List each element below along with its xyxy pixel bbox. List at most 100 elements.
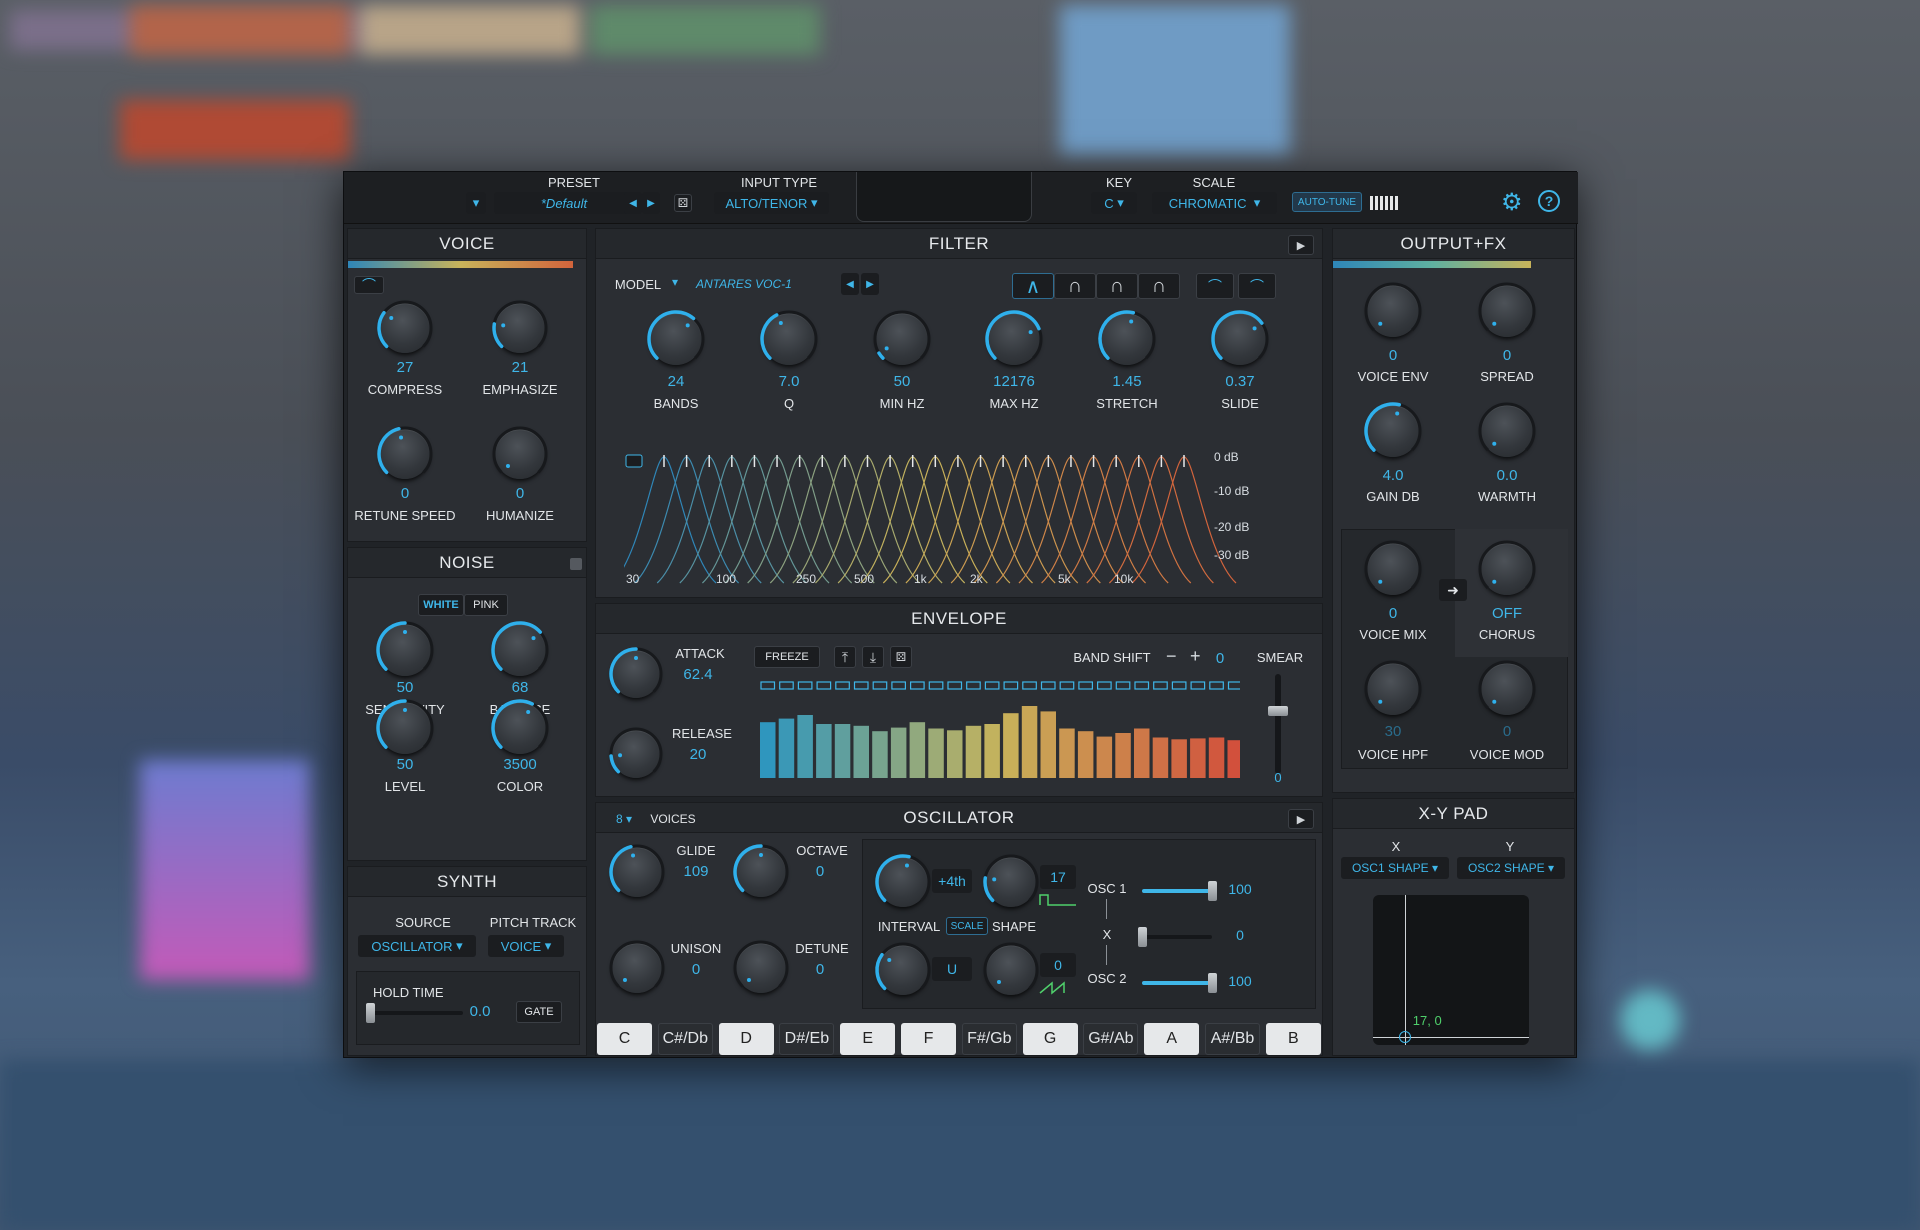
xy-pad-area[interactable]: 17, 0 (1373, 895, 1529, 1045)
osc2-slider-thumb[interactable] (1208, 973, 1217, 993)
randomize-envelope-icon[interactable]: ⚄ (890, 646, 912, 668)
preset-menu-button[interactable]: ▾ (466, 192, 486, 214)
routing-arrow-icon[interactable]: ➜ (1439, 579, 1467, 601)
scale-key-c[interactable]: C (597, 1023, 652, 1055)
preset-next-button[interactable]: ▶ (642, 192, 660, 214)
hold-time-thumb[interactable] (366, 1003, 375, 1023)
octave-knob[interactable] (733, 844, 789, 897)
filter-bands-knob[interactable] (647, 310, 705, 365)
filter-q-knob[interactable] (760, 310, 818, 365)
scale-key-dsharp-eb[interactable]: D#/Eb (779, 1023, 835, 1055)
x-slider[interactable] (1142, 935, 1212, 939)
preset-value[interactable]: *Default (494, 192, 634, 214)
filter-shape-4-button[interactable]: ∩ (1138, 273, 1180, 299)
scale-key-asharp-bb[interactable]: A#/Bb (1205, 1023, 1260, 1055)
unison-knob[interactable] (609, 940, 665, 993)
saw-wave-icon (1039, 981, 1065, 995)
filter-q-value: 7.0 (778, 373, 800, 390)
voice-curve-button[interactable]: ⌒ (354, 276, 384, 294)
model-next-button[interactable]: ▶ (861, 273, 879, 295)
interval2-knob[interactable] (875, 942, 931, 995)
pink-noise-button[interactable]: PINK (464, 594, 508, 616)
white-noise-button[interactable]: WHITE (418, 594, 464, 616)
envelope-band-bars[interactable] (756, 678, 1240, 788)
filter-shape-1-button[interactable]: ∧ (1012, 273, 1054, 299)
shape2-knob[interactable] (983, 942, 1039, 995)
scale-key-g[interactable]: G (1022, 1023, 1078, 1055)
model-menu-icon[interactable]: ▾ (672, 275, 678, 289)
output-voice-mod-knob[interactable] (1478, 660, 1536, 715)
output-voice-hpf-knob[interactable] (1364, 660, 1422, 715)
osc1-slider-thumb[interactable] (1208, 881, 1217, 901)
band-shift-minus-button[interactable]: − (1166, 646, 1177, 667)
preset-prev-button[interactable]: ◀ (624, 192, 642, 214)
filter-expand-button[interactable]: ▶ (1288, 235, 1314, 255)
pitch-track-dropdown[interactable]: VOICE ▾ (488, 935, 564, 957)
output-chorus-knob[interactable] (1478, 540, 1536, 595)
oscillator-expand-button[interactable]: ▶ (1288, 809, 1314, 829)
scale-key-b[interactable]: B (1265, 1023, 1321, 1055)
output-warmth-knob[interactable] (1478, 402, 1536, 457)
output-gain-db-knob[interactable] (1364, 402, 1422, 457)
filter-response-graph[interactable]: 0 dB -10 dB -20 dB -30 dB 30 100 250 500 1k 2k 5k 1… (624, 451, 1296, 587)
smear-thumb[interactable] (1268, 706, 1288, 716)
output-voice-mix-knob[interactable] (1364, 540, 1422, 595)
scale-key-fsharp-gb[interactable]: F#/Gb (961, 1023, 1017, 1055)
output-voice-env-knob[interactable] (1364, 282, 1422, 337)
gate-button[interactable]: GATE (516, 1001, 562, 1023)
model-value[interactable]: ANTARES VOC-1 (688, 273, 838, 295)
source-dropdown[interactable]: OSCILLATOR ▾ (358, 935, 476, 957)
settings-gear-icon[interactable]: ⚙ (1501, 188, 1523, 217)
input-type-dropdown[interactable]: ALTO/TENOR ▾ (714, 192, 829, 214)
xy-position-marker[interactable] (1398, 1031, 1411, 1043)
detune-knob[interactable] (733, 940, 789, 993)
noise-color-knob[interactable] (491, 699, 549, 754)
band-shift-plus-button[interactable]: + (1190, 646, 1201, 667)
scale-key-d[interactable]: D (718, 1023, 774, 1055)
upload-icon[interactable]: ⤒ (834, 646, 856, 668)
randomize-icon[interactable]: ⚄ (674, 194, 692, 212)
voices-dropdown[interactable]: 8 ▾ (604, 809, 644, 829)
smear-slider[interactable] (1275, 674, 1281, 774)
scale-key-gsharp-ab[interactable]: G#/Ab (1083, 1023, 1139, 1055)
noise-level-knob[interactable] (376, 699, 434, 754)
shape1-knob[interactable] (983, 854, 1039, 907)
scale-key-e[interactable]: E (840, 1023, 896, 1055)
freeze-button[interactable]: FREEZE (754, 646, 820, 668)
voice-emphasize-knob[interactable] (492, 300, 548, 353)
filter-stretch-knob[interactable] (1098, 310, 1156, 365)
filter-slide-knob[interactable] (1211, 310, 1269, 365)
scale-toggle-button[interactable]: SCALE (946, 917, 988, 935)
release-knob[interactable] (609, 727, 663, 778)
x-slider-thumb[interactable] (1138, 927, 1147, 947)
filter-max-hz-knob[interactable] (985, 310, 1043, 365)
autotune-button[interactable]: AUTO-TUNE (1292, 192, 1362, 212)
help-icon[interactable]: ? (1538, 190, 1560, 212)
interval-knob[interactable] (875, 854, 931, 907)
model-prev-button[interactable]: ◀ (841, 273, 859, 295)
download-icon[interactable]: ⤓ (862, 646, 884, 668)
highpass-button[interactable]: ⌒ (1238, 273, 1276, 299)
voice-retune-speed-knob[interactable] (377, 426, 433, 479)
scale-key-f[interactable]: F (901, 1023, 956, 1055)
attack-knob[interactable] (609, 647, 663, 698)
hold-time-slider[interactable] (368, 1011, 463, 1015)
scale-key-csharp-db[interactable]: C#/Db (657, 1023, 713, 1055)
voice-compress-knob[interactable] (377, 300, 433, 353)
piano-icon[interactable] (1370, 196, 1400, 210)
key-dropdown[interactable]: C ▾ (1091, 192, 1137, 214)
noise-balance-knob[interactable] (491, 621, 549, 676)
filter-min-hz-knob[interactable] (873, 310, 931, 365)
noise-sensitivity-knob[interactable] (376, 621, 434, 676)
scale-dropdown[interactable]: CHROMATIC ▾ (1152, 192, 1277, 214)
xy-x-dropdown[interactable]: OSC1 SHAPE ▾ (1341, 857, 1449, 879)
voice-humanize-knob[interactable] (492, 426, 548, 479)
xy-y-dropdown[interactable]: OSC2 SHAPE ▾ (1457, 857, 1565, 879)
noise-enable-toggle[interactable] (570, 558, 582, 570)
glide-knob[interactable] (609, 844, 665, 897)
lowpass-button[interactable]: ⌒ (1196, 273, 1234, 299)
output-spread-knob[interactable] (1478, 282, 1536, 337)
filter-shape-2-button[interactable]: ∩ (1054, 273, 1096, 299)
scale-key-a[interactable]: A (1144, 1023, 1200, 1055)
filter-shape-3-button[interactable]: ∩ (1096, 273, 1138, 299)
